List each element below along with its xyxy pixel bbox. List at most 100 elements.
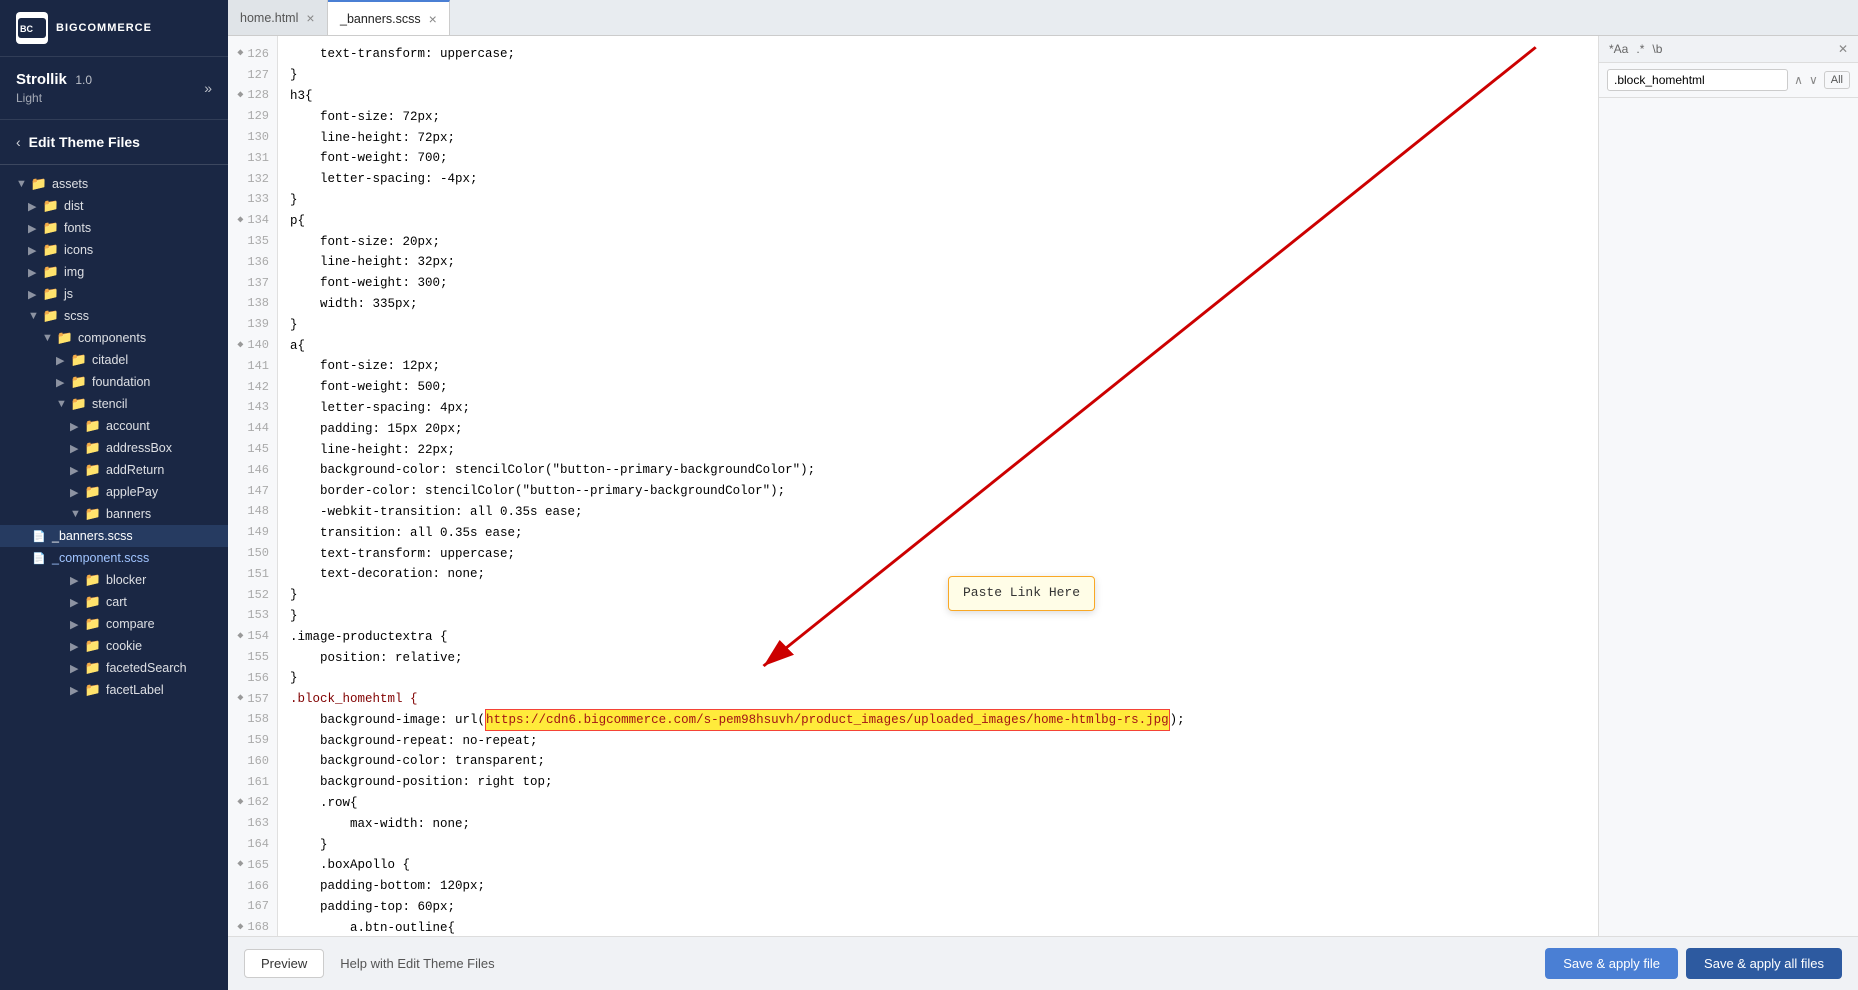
collapse-sidebar-icon[interactable]: » <box>204 80 212 96</box>
caret-icon: ▼ <box>70 508 82 520</box>
editor-tab-home-html[interactable]: home.html× <box>228 0 328 35</box>
folder-icon: 📁 <box>85 660 101 676</box>
logo-area: BC BIGCOMMERCE <box>0 0 228 57</box>
tree-item-_banners.scss[interactable]: 📄_banners.scss <box>0 525 228 547</box>
tree-label: citadel <box>92 353 128 367</box>
tree-label: applePay <box>106 485 158 499</box>
code-area[interactable]: ◆126127◆128129130131132133◆1341351361371… <box>228 36 1598 936</box>
code-line-161: background-position: right top; <box>290 772 1586 793</box>
tree-item-banners[interactable]: ▼📁banners <box>0 503 228 525</box>
caret-up-icon[interactable]: ∨ <box>1809 73 1818 87</box>
tree-item-addReturn[interactable]: ▶📁addReturn <box>0 459 228 481</box>
help-link[interactable]: Help with Edit Theme Files <box>340 956 494 971</box>
code-line-135: font-size: 20px; <box>290 231 1586 252</box>
folder-icon: 📁 <box>85 638 101 654</box>
file-icon: 📄 <box>31 550 47 566</box>
tree-item-components[interactable]: ▼📁components <box>0 327 228 349</box>
tree-item-cart[interactable]: ▶📁cart <box>0 591 228 613</box>
tree-label: scss <box>64 309 89 323</box>
line-number-154: ◆154 <box>228 626 277 647</box>
code-line-156: } <box>290 668 1586 689</box>
line-number-137: 137 <box>228 273 277 294</box>
tree-label: facetLabel <box>106 683 164 697</box>
tree-label: addReturn <box>106 463 164 477</box>
tree-item-facetedSearch[interactable]: ▶📁facetedSearch <box>0 657 228 679</box>
tree-item-icons[interactable]: ▶📁icons <box>0 239 228 261</box>
code-line-164: } <box>290 834 1586 855</box>
tree-item-stencil[interactable]: ▼📁stencil <box>0 393 228 415</box>
tab-close-icon[interactable]: × <box>306 11 314 25</box>
regex-icon[interactable]: .* <box>1636 42 1644 56</box>
line-number-140: ◆140 <box>228 335 277 356</box>
tree-item-_component.scss[interactable]: 📄_component.scss <box>0 547 228 569</box>
folder-icon: 📁 <box>43 264 59 280</box>
editor-tab-banners-scss[interactable]: _banners.scss× <box>328 0 450 35</box>
code-line-139: } <box>290 314 1586 335</box>
line-number-129: 129 <box>228 106 277 127</box>
code-line-163: max-width: none; <box>290 813 1586 834</box>
code-line-150: text-transform: uppercase; <box>290 543 1586 564</box>
tree-item-scss[interactable]: ▼📁scss <box>0 305 228 327</box>
tree-item-assets[interactable]: ▼📁assets <box>0 173 228 195</box>
line-number-131: 131 <box>228 148 277 169</box>
right-panel: *Aa .* \b ✕ ∧ ∨ All <box>1598 36 1858 936</box>
line-number-127: 127 <box>228 65 277 86</box>
tree-item-addressBox[interactable]: ▶📁addressBox <box>0 437 228 459</box>
line-number-132: 132 <box>228 169 277 190</box>
tree-item-account[interactable]: ▶📁account <box>0 415 228 437</box>
caret-icon: ▶ <box>70 442 82 455</box>
tree-item-citadel[interactable]: ▶📁citadel <box>0 349 228 371</box>
paste-link-tooltip[interactable]: Paste Link Here <box>948 576 1095 611</box>
save-file-button[interactable]: Save & apply file <box>1545 948 1678 979</box>
line-number-143: 143 <box>228 398 277 419</box>
line-number-144: 144 <box>228 418 277 439</box>
editor-tabs: home.html×_banners.scss× <box>228 0 1858 36</box>
tree-label: banners <box>106 507 151 521</box>
tree-item-dist[interactable]: ▶📁dist <box>0 195 228 217</box>
tree-item-cookie[interactable]: ▶📁cookie <box>0 635 228 657</box>
search-all-btn[interactable]: All <box>1824 71 1850 89</box>
code-line-168: a.btn-outline{ <box>290 917 1586 936</box>
match-case-icon[interactable]: *Aa <box>1609 42 1628 56</box>
line-numbers: ◆126127◆128129130131132133◆1341351361371… <box>228 36 278 936</box>
tree-label: js <box>64 287 73 301</box>
folder-icon: 📁 <box>43 308 59 324</box>
tree-item-foundation[interactable]: ▶📁foundation <box>0 371 228 393</box>
code-line-165: .boxApollo { <box>290 855 1586 876</box>
line-number-134: ◆134 <box>228 210 277 231</box>
code-line-144: padding: 15px 20px; <box>290 418 1586 439</box>
tree-item-blocker[interactable]: ▶📁blocker <box>0 569 228 591</box>
caret-down-icon[interactable]: ∧ <box>1794 73 1803 87</box>
code-line-159: background-repeat: no-repeat; <box>290 730 1586 751</box>
edit-theme-nav[interactable]: ‹ Edit Theme Files <box>0 120 228 165</box>
tree-item-applePay[interactable]: ▶📁applePay <box>0 481 228 503</box>
tree-label: facetedSearch <box>106 661 187 675</box>
code-line-158: background-image: url(https://cdn6.bigco… <box>290 710 1586 731</box>
tree-item-img[interactable]: ▶📁 img <box>0 261 228 283</box>
search-input-right[interactable] <box>1607 69 1788 91</box>
line-number-136: 136 <box>228 252 277 273</box>
folder-icon: 📁 <box>85 462 101 478</box>
caret-icon: ▶ <box>28 266 40 279</box>
tree-label: _banners.scss <box>52 529 133 543</box>
preview-button[interactable]: Preview <box>244 949 324 978</box>
word-boundary-icon[interactable]: \b <box>1652 42 1662 56</box>
save-all-button[interactable]: Save & apply all files <box>1686 948 1842 979</box>
tree-label: cart <box>106 595 127 609</box>
line-number-152: 152 <box>228 585 277 606</box>
close-right-panel-icon[interactable]: ✕ <box>1838 42 1848 56</box>
tree-item-facetLabel[interactable]: ▶📁facetLabel <box>0 679 228 701</box>
code-content[interactable]: text-transform: uppercase;}h3{ font-size… <box>278 36 1598 936</box>
code-line-143: letter-spacing: 4px; <box>290 398 1586 419</box>
line-number-145: 145 <box>228 439 277 460</box>
tree-label: compare <box>106 617 155 631</box>
folder-icon: 📁 <box>85 594 101 610</box>
tree-label: img <box>64 265 84 279</box>
tree-item-js[interactable]: ▶📁js <box>0 283 228 305</box>
tree-item-fonts[interactable]: ▶📁fonts <box>0 217 228 239</box>
code-line-140: a{ <box>290 335 1586 356</box>
logo-icon: BC <box>16 12 48 44</box>
tab-close-icon[interactable]: × <box>429 12 437 26</box>
tree-item-compare[interactable]: ▶📁compare <box>0 613 228 635</box>
line-number-139: 139 <box>228 314 277 335</box>
